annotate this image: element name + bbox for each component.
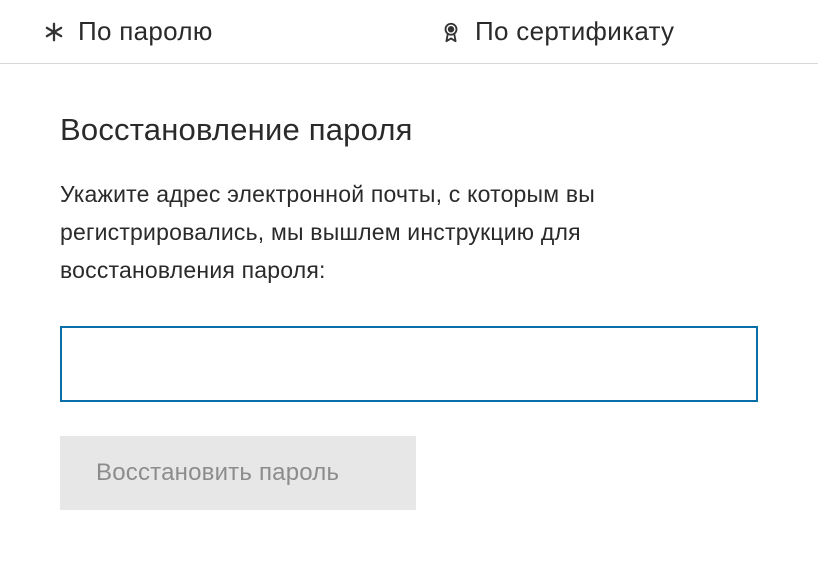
asterisk-icon <box>42 20 66 44</box>
email-field-wrapper <box>60 326 758 402</box>
page-description: Укажите адрес электронной почты, с котор… <box>60 176 740 290</box>
email-field[interactable] <box>60 326 758 402</box>
tab-certificate-label: По сертификату <box>475 16 674 47</box>
auth-tabs: По паролю По сертификату <box>0 0 818 64</box>
badge-icon <box>439 20 463 44</box>
tab-certificate[interactable]: По сертификату <box>421 0 818 63</box>
tab-password[interactable]: По паролю <box>0 0 421 63</box>
restore-password-button[interactable]: Восстановить пароль <box>60 436 416 510</box>
page-title: Восстановление пароля <box>60 112 758 148</box>
tab-password-label: По паролю <box>78 16 213 47</box>
content-area: Восстановление пароля Укажите адрес элек… <box>0 64 818 510</box>
